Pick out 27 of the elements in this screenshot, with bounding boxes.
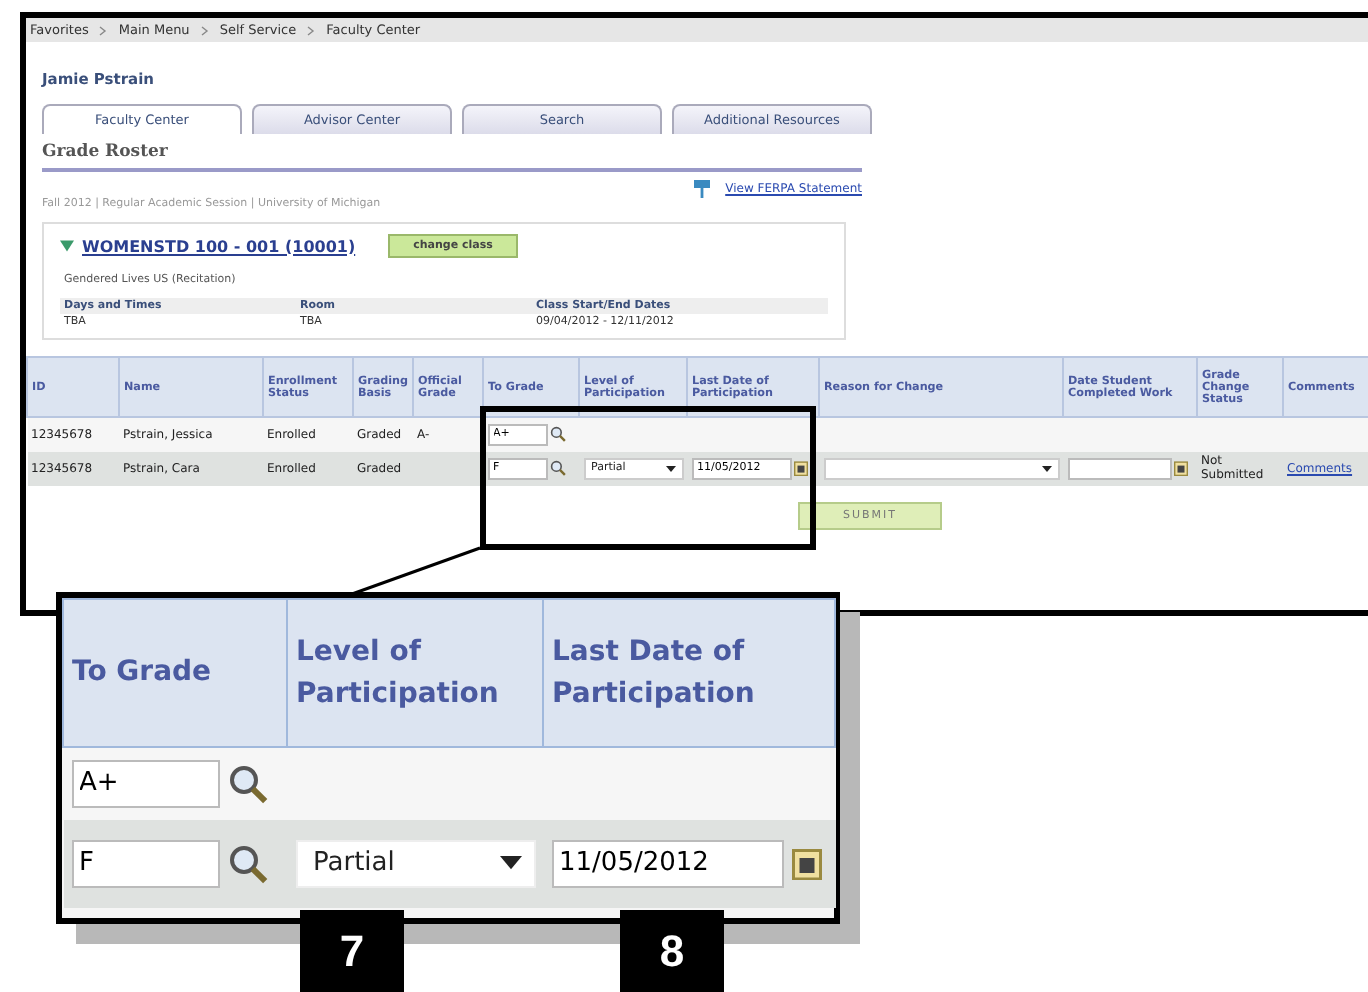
date-input[interactable]: 11/05/2012	[551, 839, 783, 887]
caret-icon	[1041, 465, 1051, 471]
search-icon[interactable]	[549, 460, 565, 476]
column-header: To Grade	[63, 599, 287, 747]
search-icon[interactable]	[549, 426, 565, 443]
signpost-icon	[693, 180, 710, 198]
caret-icon	[665, 465, 675, 471]
column-header: Level of Participation	[287, 599, 543, 747]
chevron-icon	[306, 25, 317, 35]
caret-icon	[499, 856, 521, 870]
column-header: Last Date of Participation	[543, 599, 835, 747]
calendar-icon[interactable]	[791, 845, 821, 881]
page-title: Grade Roster	[42, 142, 862, 172]
class-title-link[interactable]: WOMENSTD 100 - 001 (10001)	[82, 237, 356, 255]
expand-arrow-icon[interactable]	[60, 240, 74, 252]
grade-input[interactable]: F	[71, 839, 219, 887]
step-number: 7	[300, 910, 404, 992]
calendar-icon[interactable]	[793, 459, 807, 477]
chevron-icon	[199, 25, 210, 35]
grade-input[interactable]: A+	[71, 759, 219, 808]
date-input[interactable]	[1067, 457, 1171, 479]
chevron-icon	[98, 25, 109, 35]
step-number: 8	[620, 910, 724, 992]
search-icon[interactable]	[227, 763, 267, 804]
calendar-icon[interactable]	[1173, 459, 1187, 477]
participation-select[interactable]: Partial	[295, 839, 535, 887]
search-icon[interactable]	[227, 843, 267, 883]
